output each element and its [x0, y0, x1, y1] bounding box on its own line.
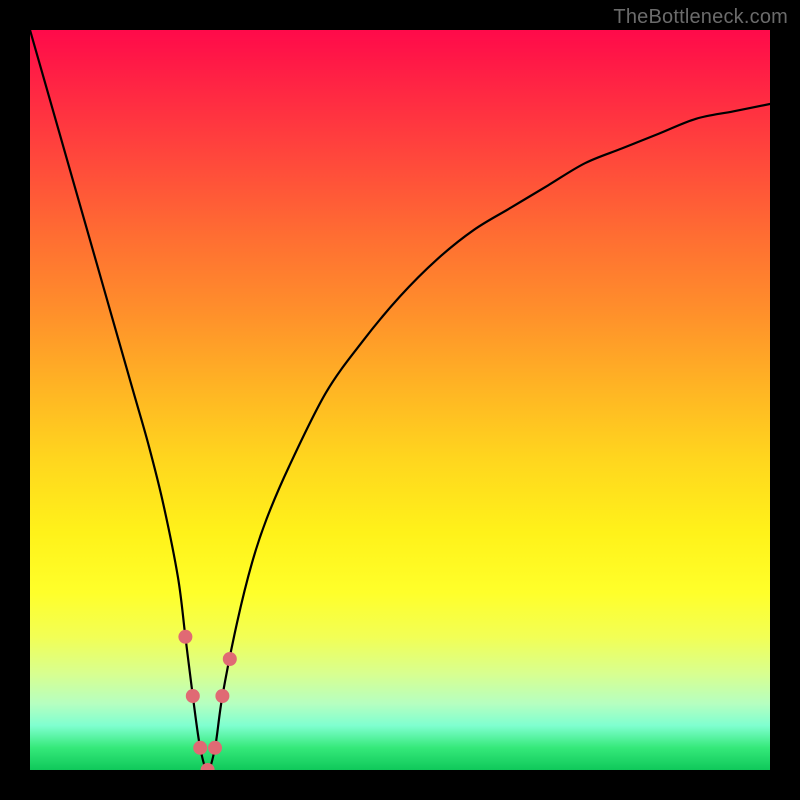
marker-dot	[178, 630, 192, 644]
curve-layer	[30, 30, 770, 770]
marker-dot	[215, 689, 229, 703]
chart-stage: TheBottleneck.com	[0, 0, 800, 800]
marker-dot	[193, 741, 207, 755]
plot-area	[30, 30, 770, 770]
marker-dot	[223, 652, 237, 666]
bottleneck-curve	[30, 30, 770, 770]
marker-dot	[201, 763, 215, 770]
marker-dot	[208, 741, 222, 755]
marker-dot	[186, 689, 200, 703]
watermark-text: TheBottleneck.com	[613, 6, 788, 29]
